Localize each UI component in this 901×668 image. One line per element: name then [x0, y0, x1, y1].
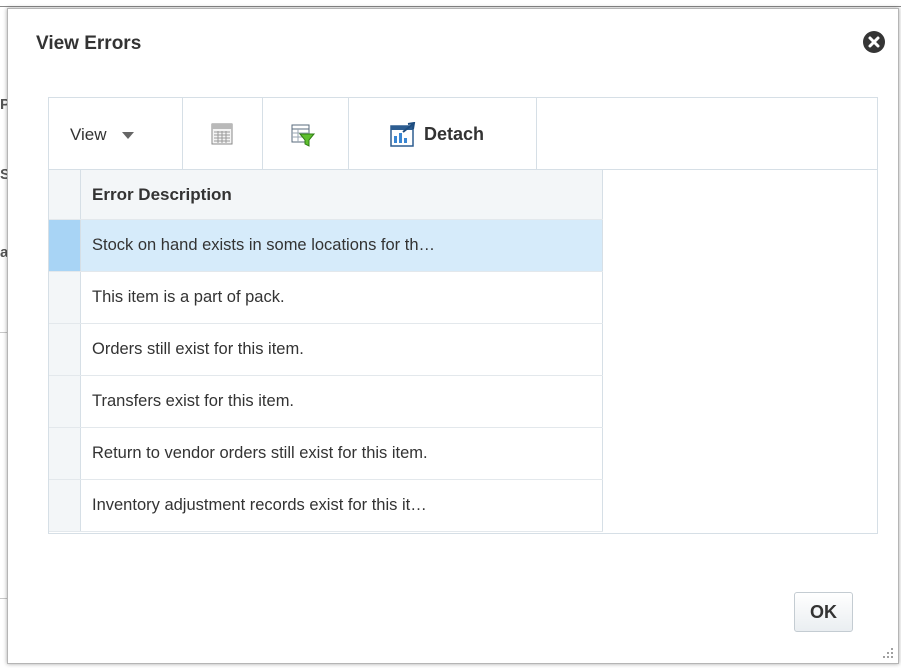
error-description-cell[interactable]: Inventory adjustment records exist for t… — [81, 480, 603, 531]
table-row[interactable]: Transfers exist for this item. — [49, 376, 603, 428]
row-selector[interactable] — [49, 376, 81, 427]
table-row[interactable]: Stock on hand exists in some locations f… — [49, 220, 603, 272]
detach-icon — [390, 122, 416, 147]
resize-grip-icon[interactable] — [880, 645, 894, 659]
table-toolbar: View Detach — [49, 98, 877, 170]
row-selector[interactable] — [49, 272, 81, 323]
close-button[interactable] — [863, 31, 885, 53]
row-selector[interactable] — [49, 220, 81, 271]
column-header-row: Error Description — [49, 170, 603, 220]
column-header-error-description[interactable]: Error Description — [81, 170, 603, 219]
export-to-excel-button[interactable] — [183, 98, 263, 169]
table-row[interactable]: This item is a part of pack. — [49, 272, 603, 324]
export-to-excel-icon — [211, 123, 233, 145]
dialog-title: View Errors — [36, 33, 142, 54]
row-header-corner — [49, 170, 81, 219]
ok-button[interactable]: OK — [794, 592, 853, 632]
close-icon — [868, 36, 880, 48]
table-row[interactable]: Inventory adjustment records exist for t… — [49, 480, 603, 532]
row-selector[interactable] — [49, 428, 81, 479]
error-description-cell[interactable]: Stock on hand exists in some locations f… — [81, 220, 603, 271]
dialog-header: View Errors — [8, 9, 898, 71]
detach-label: Detach — [424, 124, 485, 144]
row-selector[interactable] — [49, 324, 81, 375]
query-by-example-filter-icon — [291, 124, 316, 147]
view-errors-dialog: View Errors View Detach Error Descriptio… — [7, 8, 899, 664]
query-by-example-button[interactable] — [263, 98, 349, 169]
error-description-cell[interactable]: Return to vendor orders still exist for … — [81, 428, 603, 479]
view-menu-label: View — [70, 125, 107, 144]
error-description-cell[interactable]: Transfers exist for this item. — [81, 376, 603, 427]
error-description-cell[interactable]: This item is a part of pack. — [81, 272, 603, 323]
table-row[interactable]: Orders still exist for this item. — [49, 324, 603, 376]
chevron-down-icon — [122, 132, 134, 139]
errors-table-panel: View Detach Error Description Stock on h… — [48, 97, 878, 534]
detach-button[interactable]: Detach — [349, 98, 537, 169]
error-description-cell[interactable]: Orders still exist for this item. — [81, 324, 603, 375]
row-selector[interactable] — [49, 480, 81, 531]
view-menu-button[interactable]: View — [49, 98, 183, 169]
background-divider — [0, 6, 901, 7]
table-row[interactable]: Return to vendor orders still exist for … — [49, 428, 603, 480]
